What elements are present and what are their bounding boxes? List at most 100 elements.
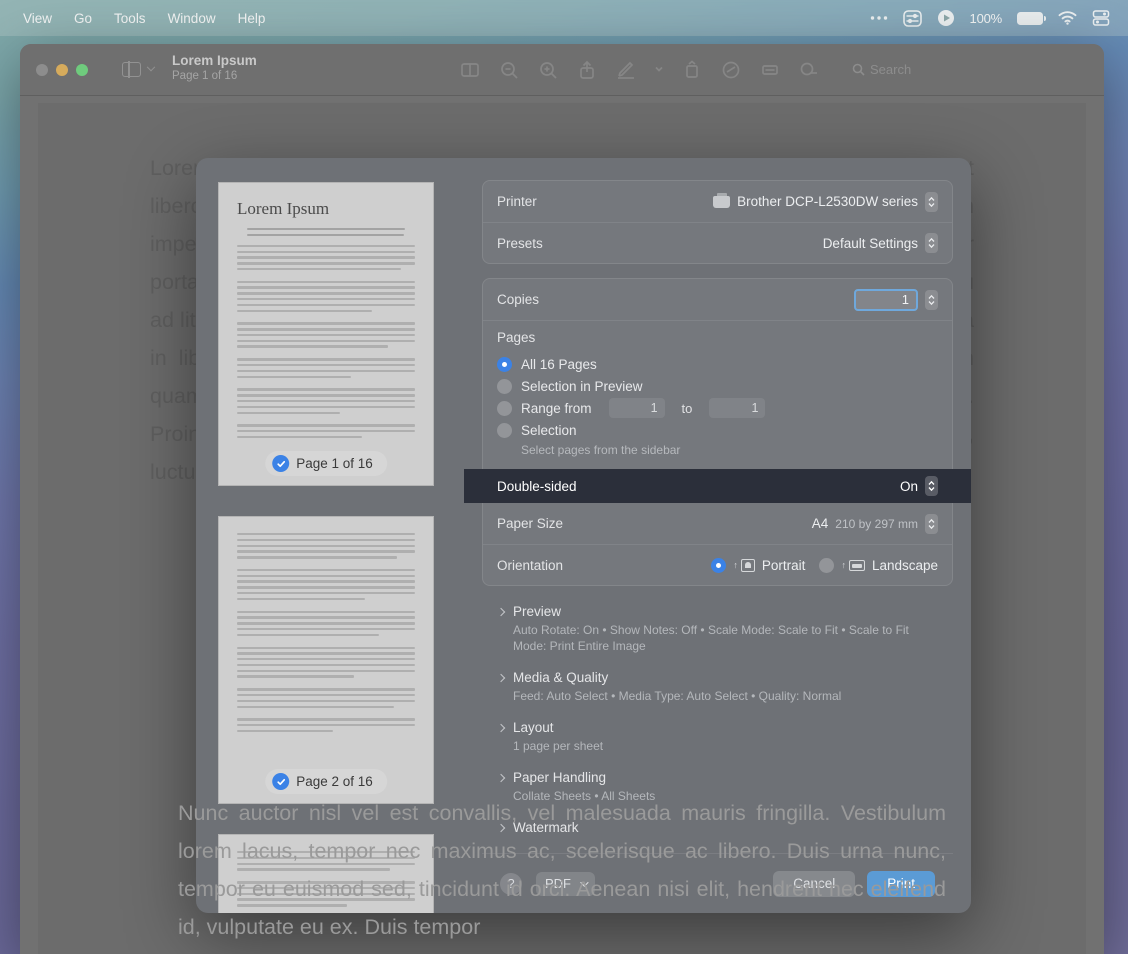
print-preview-thumbnails[interactable]: Lorem Ipsum Page 1 of 16 Page 2 of 16 [196, 158, 464, 913]
pages-option-selection-preview-label: Selection in Preview [521, 378, 643, 394]
zoom-in-icon[interactable] [538, 60, 558, 80]
thumbnail-page-2[interactable]: Page 2 of 16 [218, 516, 434, 804]
orientation-landscape-label: Landscape [871, 557, 938, 573]
radio-landscape[interactable] [819, 557, 835, 573]
zoom-out-icon[interactable] [499, 60, 519, 80]
crop-icon[interactable] [721, 60, 741, 80]
ellipsis-icon[interactable] [870, 15, 888, 21]
paper-size-popup-chevrons[interactable] [925, 513, 938, 534]
menu-item-view[interactable]: View [12, 9, 63, 28]
radio-portrait[interactable] [711, 557, 727, 573]
print-dialog: Lorem Ipsum Page 1 of 16 Page 2 of 16 Pr… [196, 158, 971, 913]
wifi-icon[interactable] [1058, 11, 1077, 25]
chevron-right-icon[interactable] [496, 823, 506, 832]
sidebar-toggle-icon[interactable] [122, 61, 156, 78]
display-settings-icon[interactable] [1092, 9, 1110, 27]
range-to-label: to [681, 400, 693, 416]
paper-size-row[interactable]: Paper Size A4 210 by 297 mm [483, 503, 952, 544]
cancel-button[interactable]: Cancel [773, 870, 856, 897]
traffic-lights [36, 63, 88, 76]
thumbnail-page-3[interactable] [218, 834, 434, 913]
section-layout-summary: 1 page per sheet [513, 739, 604, 753]
radio-all-pages[interactable] [497, 356, 512, 372]
chevron-right-icon[interactable] [496, 673, 506, 682]
orientation-row[interactable]: Orientation ↑ Portrait ↑ Landscape [483, 544, 952, 585]
pages-label: Pages [497, 330, 536, 345]
section-media-quality[interactable]: Media & Quality Feed: Auto Select • Medi… [496, 670, 939, 704]
chevron-right-icon[interactable] [496, 607, 506, 616]
section-layout-title: Layout [513, 720, 554, 735]
check-icon [272, 455, 290, 472]
search-placeholder: Search [870, 62, 912, 77]
section-paper-handling[interactable]: Paper Handling Collate Sheets • All Shee… [496, 770, 939, 804]
battery-icon[interactable] [1017, 11, 1046, 25]
section-preview[interactable]: Preview Auto Rotate: On • Show Notes: Of… [496, 604, 939, 654]
pages-selection-note: Select pages from the sidebar [521, 443, 681, 457]
section-layout[interactable]: Layout 1 page per sheet [496, 720, 939, 754]
range-from-input[interactable]: 1 [608, 398, 665, 418]
range-to-input[interactable]: 1 [709, 398, 766, 418]
pages-option-selection-preview[interactable]: Selection in Preview [497, 375, 938, 397]
pdf-button[interactable]: PDF [536, 871, 595, 896]
battery-percent-label: 100% [969, 10, 1003, 26]
rotate-icon[interactable] [682, 60, 702, 80]
section-watermark[interactable]: Watermark [496, 820, 939, 835]
view-mode-icon[interactable] [460, 60, 480, 80]
control-center-icon[interactable] [902, 9, 922, 28]
menu-item-help[interactable]: Help [227, 9, 277, 28]
orientation-option-portrait[interactable]: ↑ Portrait [711, 557, 805, 573]
radio-selection[interactable] [497, 422, 512, 438]
share-icon[interactable] [577, 60, 597, 80]
double-sided-row[interactable]: Double-sided On [464, 469, 971, 503]
paper-size-value: A4 [811, 516, 829, 531]
radio-selection-in-preview[interactable] [497, 378, 512, 394]
orientation-option-landscape[interactable]: ↑ Landscape [819, 557, 938, 573]
presets-popup-chevrons[interactable] [925, 233, 938, 253]
pages-option-selection[interactable]: Selection [497, 419, 938, 441]
landscape-arrow-icon: ↑ [841, 560, 846, 570]
double-sided-popup-chevrons[interactable] [925, 476, 938, 496]
markup-icon[interactable] [616, 60, 636, 80]
menu-item-window[interactable]: Window [157, 9, 227, 28]
minimize-button[interactable] [56, 63, 68, 76]
search-input[interactable]: Search [852, 62, 911, 77]
redact-icon[interactable] [760, 60, 780, 80]
portrait-page-icon [740, 558, 755, 572]
printer-row[interactable]: Printer Brother DCP-L2530DW series [483, 181, 952, 222]
page-subtitle: Page 1 of 16 [172, 70, 238, 82]
presets-row[interactable]: Presets Default Settings [483, 222, 952, 263]
copies-input[interactable]: 1 [854, 288, 918, 311]
menu-item-go[interactable]: Go [63, 9, 103, 28]
pages-option-all[interactable]: All 16 Pages [497, 353, 938, 375]
printer-value: Brother DCP-L2530DW series [737, 194, 918, 209]
search-icon [852, 63, 865, 76]
macos-menu-bar: View Go Tools Window Help 100% [0, 0, 1128, 36]
desktop-screen: View Go Tools Window Help 100% Lorem Ips… [0, 0, 1128, 954]
thumbnail-page-1[interactable]: Lorem Ipsum Page 1 of 16 [218, 182, 434, 486]
copies-row[interactable]: Copies 1 [483, 279, 952, 320]
menu-bar-status-area: 100% [870, 9, 1116, 28]
paper-size-label: Paper Size [497, 516, 564, 531]
thumbnail-badge-page-2[interactable]: Page 2 of 16 [265, 769, 387, 794]
zoom-button[interactable] [76, 63, 88, 76]
now-playing-icon[interactable] [937, 9, 955, 27]
chevron-down-icon[interactable] [655, 60, 663, 80]
section-media-quality-summary: Feed: Auto Select • Media Type: Auto Sel… [513, 689, 842, 703]
close-button[interactable] [36, 63, 48, 76]
thumbnail-badge-page-1[interactable]: Page 1 of 16 [265, 451, 387, 476]
help-button[interactable]: ? [500, 872, 522, 895]
copies-stepper[interactable] [925, 289, 938, 310]
pages-option-range[interactable]: Range from 1 to 1 [497, 397, 938, 419]
printer-label: Printer [497, 194, 537, 209]
chevron-right-icon[interactable] [496, 773, 506, 782]
double-sided-label: Double-sided [497, 478, 577, 494]
sign-icon[interactable] [799, 60, 819, 80]
print-button[interactable]: Print [867, 870, 935, 897]
printer-popup-chevrons[interactable] [925, 191, 938, 212]
section-watermark-title: Watermark [513, 820, 579, 835]
orientation-label: Orientation [497, 557, 564, 573]
chevron-right-icon[interactable] [496, 723, 506, 732]
radio-range[interactable] [497, 400, 512, 416]
copies-label: Copies [497, 292, 540, 307]
menu-item-tools[interactable]: Tools [103, 9, 157, 28]
